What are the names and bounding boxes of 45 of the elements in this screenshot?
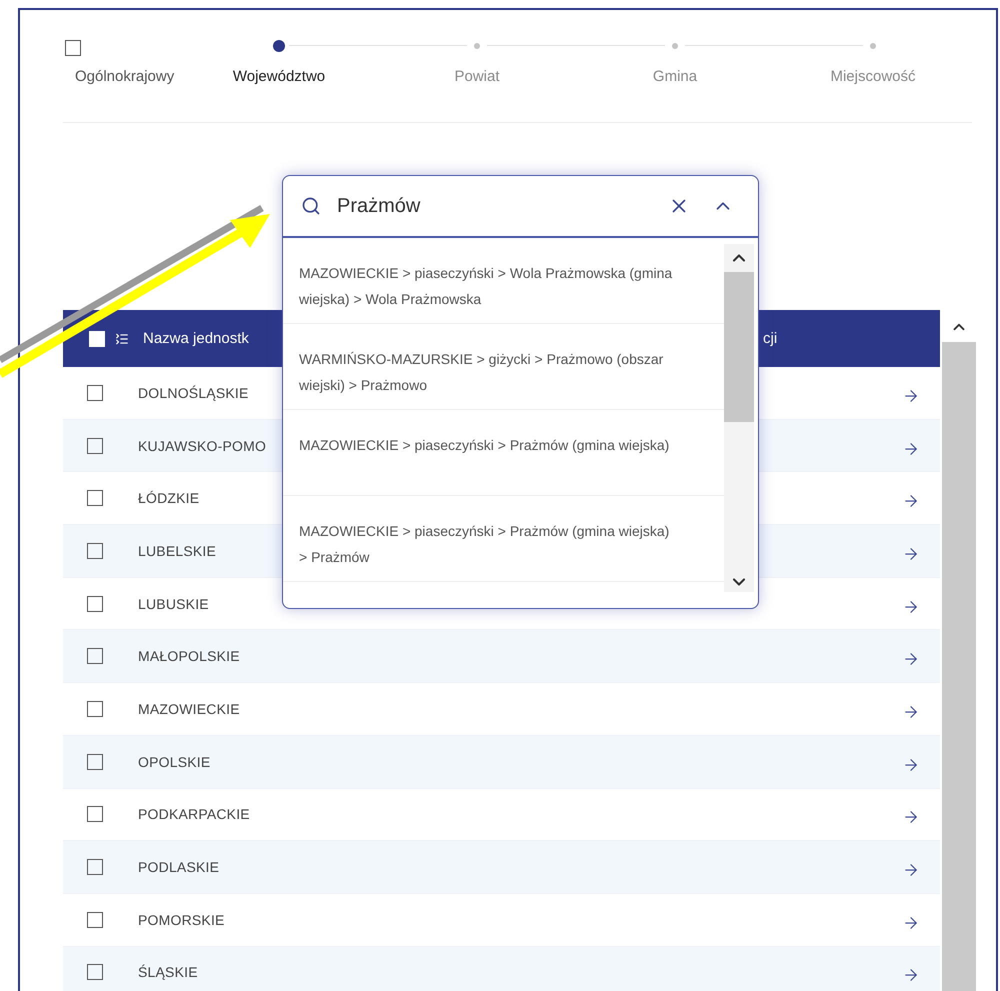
checkbox[interactable] (87, 542, 103, 559)
table-row[interactable]: ŚLĄSKIE (63, 946, 940, 991)
region-name: LUBELSKIE (138, 542, 216, 559)
checkbox[interactable] (87, 648, 103, 664)
table-row[interactable]: PODKARPACKIE (63, 788, 940, 842)
table-row[interactable]: MAŁOPOLSKIE (63, 630, 940, 684)
step-tab[interactable]: Województwo (232, 40, 326, 85)
checkbox[interactable] (87, 384, 103, 401)
step-dot-icon (870, 43, 876, 49)
step-dot-icon (474, 43, 480, 49)
checkbox[interactable] (87, 438, 103, 454)
table-row[interactable]: PODLASKIE (63, 841, 940, 894)
checkbox[interactable] (87, 912, 103, 928)
region-name: KUJAWSKO-POMO (138, 438, 266, 454)
list-icon[interactable] (115, 332, 129, 346)
checkbox[interactable] (87, 700, 103, 717)
column-header: Nazwa jednostk (143, 330, 249, 347)
region-name: PODKARPACKIE (138, 806, 250, 822)
region-name: POMORSKIE (138, 912, 225, 928)
step-dot-icon (272, 40, 285, 52)
column-header: cji (763, 330, 778, 347)
step-dot-icon (672, 43, 678, 49)
checkbox[interactable] (87, 596, 103, 612)
table-row[interactable]: OPOLSKIE (63, 736, 940, 788)
region-name: LUBUSKIE (138, 596, 209, 612)
region-name: OPOLSKIE (138, 754, 210, 770)
region-name: PODLASKIE (138, 859, 220, 876)
region-name: DOLNOŚLĄSKIE (138, 384, 249, 401)
select-all-checkbox[interactable] (89, 330, 105, 346)
region-name: MAŁOPOLSKIE (138, 648, 240, 664)
checkbox[interactable] (87, 754, 103, 770)
search-field[interactable]: Prażmów (335, 194, 646, 218)
region-name: ŁÓDZKIE (138, 490, 200, 506)
scope-label: Ogólnokrajowy (75, 68, 174, 85)
checkbox[interactable] (87, 490, 103, 506)
checkbox[interactable] (87, 806, 103, 822)
region-name: MAZOWIECKIE (138, 700, 240, 717)
search-icon (301, 196, 321, 216)
scrollbar-thumb[interactable] (724, 272, 754, 422)
region-name: ŚLĄSKIE (138, 964, 198, 980)
checkbox[interactable] (87, 964, 103, 980)
checkbox[interactable] (65, 40, 81, 56)
checkbox[interactable] (87, 859, 103, 876)
scope-checkbox[interactable]: Ogólnokrajowy (63, 40, 180, 85)
scrollbar-track[interactable] (942, 342, 976, 991)
